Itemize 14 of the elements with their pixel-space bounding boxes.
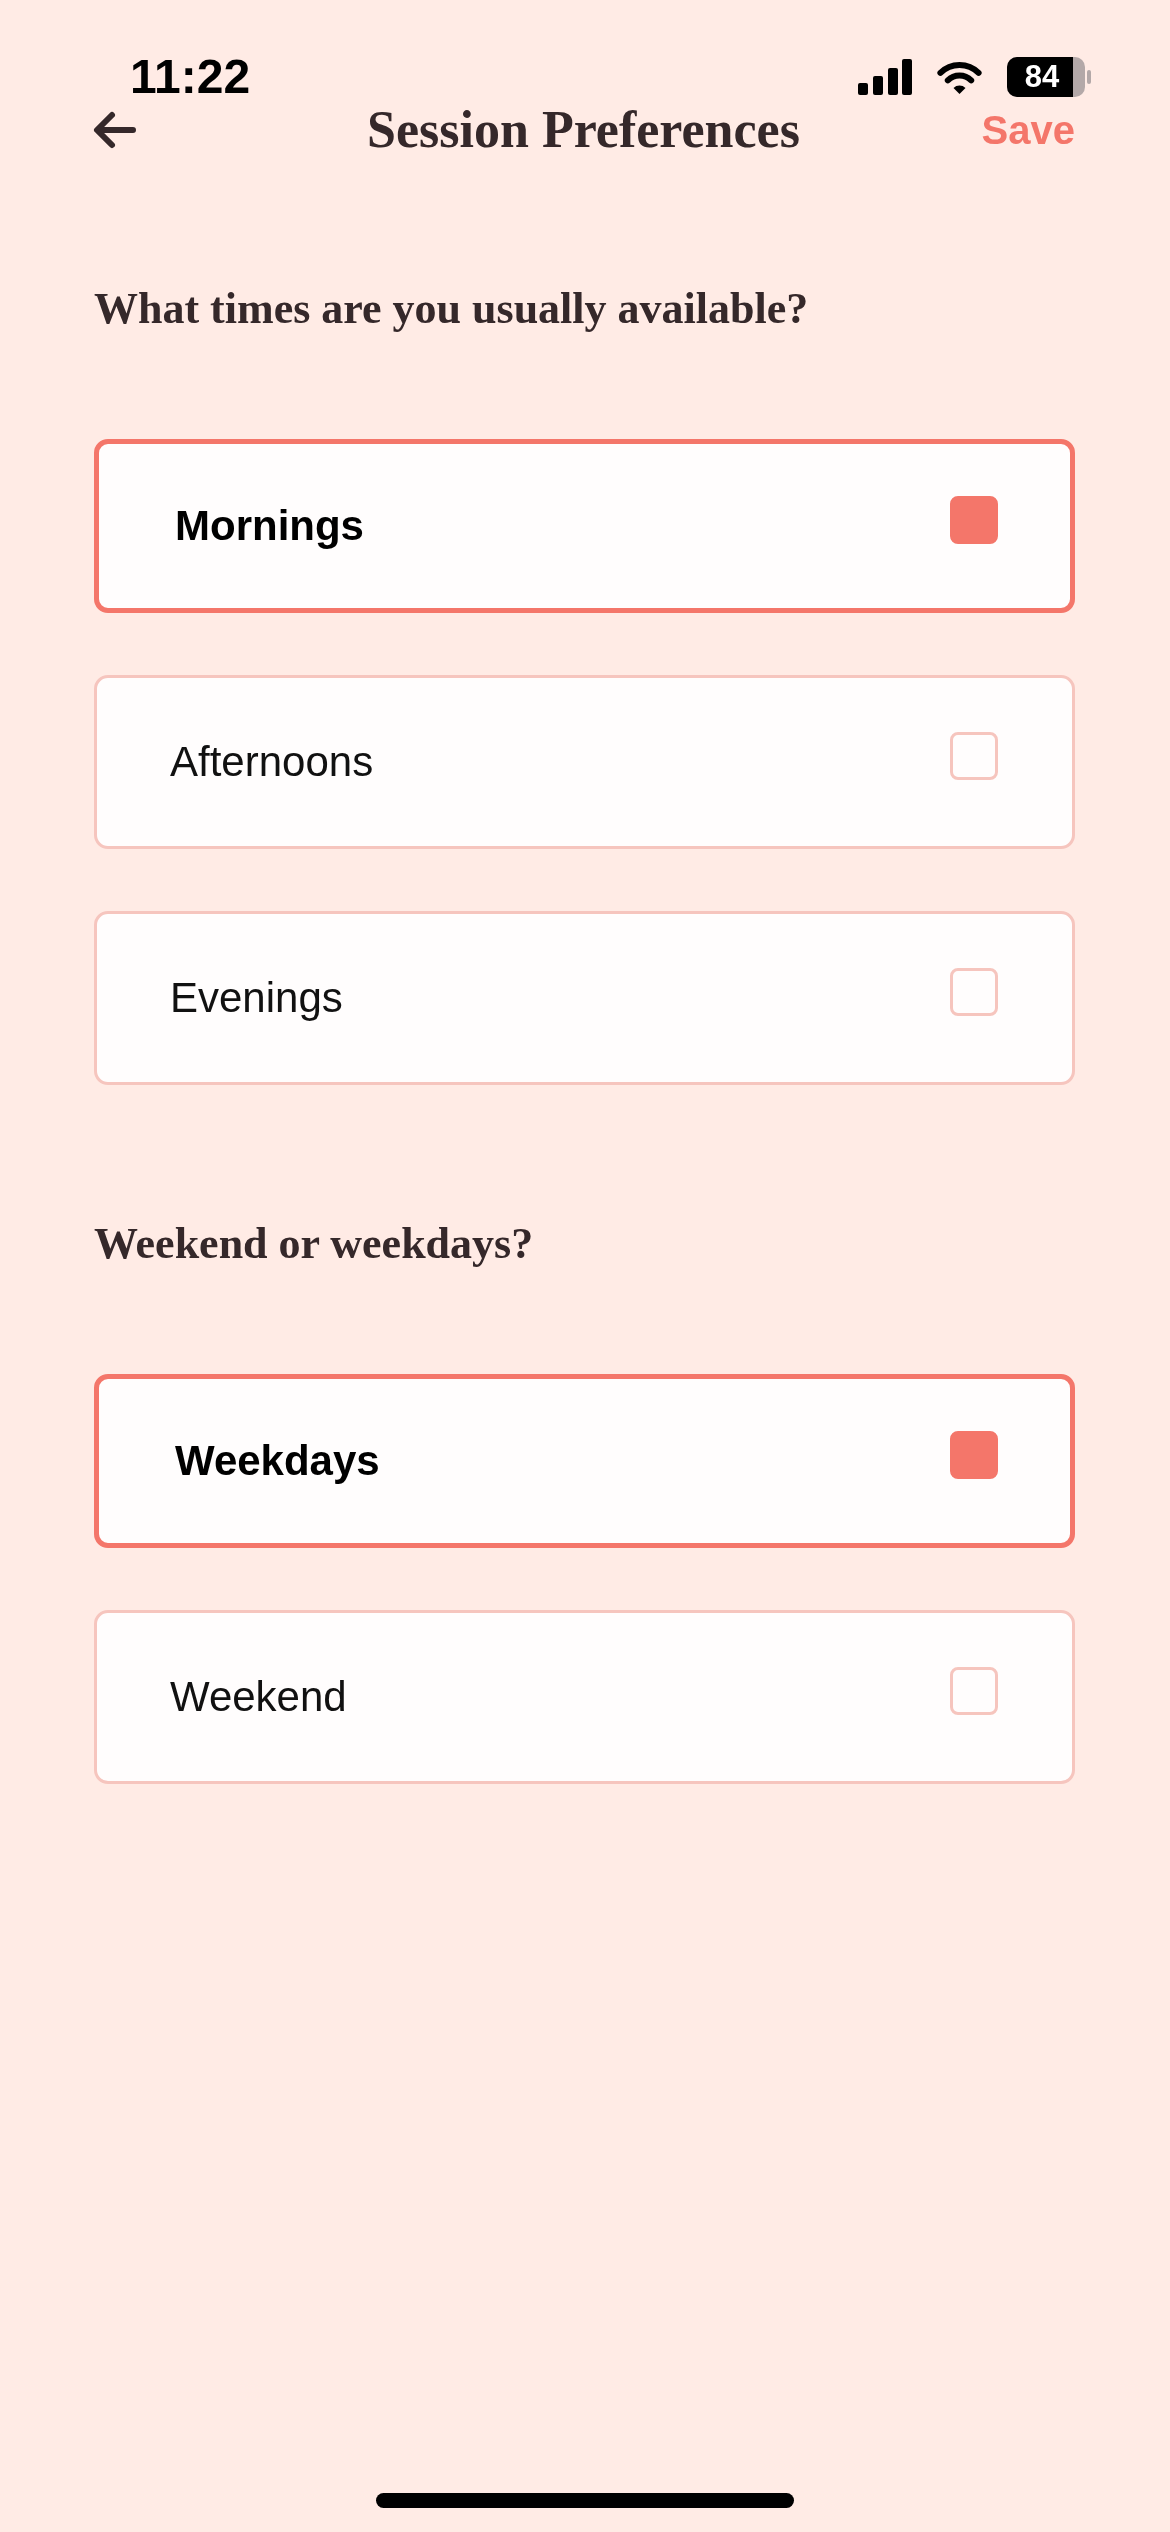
screen-title: Session Preferences (367, 102, 800, 158)
question-heading: What times are you usually available? (94, 285, 810, 333)
question-heading: Weekend or weekdays? (94, 1220, 535, 1268)
battery-icon (1007, 57, 1091, 97)
battery-percentage: 84 (1024, 61, 1060, 93)
option-button[interactable]: Weekdays (94, 1374, 1075, 1548)
option-button[interactable]: Afternoons (94, 675, 1075, 849)
option-button[interactable]: Weekend (94, 1610, 1075, 1784)
status-time: 11:22 (130, 52, 251, 102)
left-arrow-icon[interactable] (92, 109, 137, 151)
wifi-icon (934, 59, 985, 95)
signal-icon (858, 59, 912, 95)
option-button[interactable]: Mornings (94, 439, 1075, 613)
option-button[interactable]: Evenings (94, 911, 1075, 1085)
